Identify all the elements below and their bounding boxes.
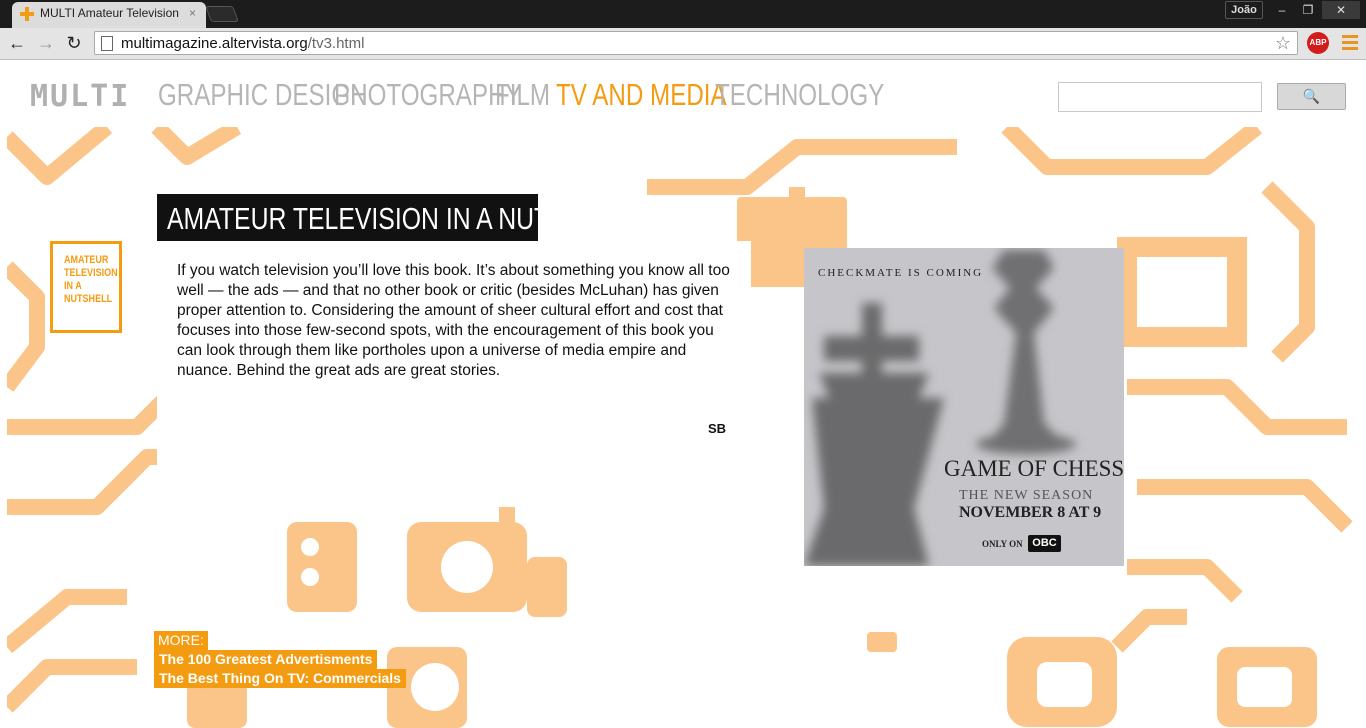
browser-titlebar: MULTI Amateur Television × João – ❐ ✕ <box>0 0 1366 28</box>
search-icon: 🔍 <box>1302 88 1321 104</box>
site-logo[interactable]: MULTI <box>30 79 130 114</box>
tab-title: MULTI Amateur Television <box>40 6 179 20</box>
url-text[interactable]: multimagazine.altervista.org/tv3.html <box>121 35 364 52</box>
more-link-best-thing-on-tv[interactable]: The Best Thing On TV: Commercials <box>154 669 406 688</box>
article-title: AMATEUR TELEVISION IN A NUTSHELL <box>157 194 628 241</box>
nav-film[interactable]: FILM <box>495 77 550 113</box>
browser-toolbar: ← → ↻ multimagazine.altervista.org/tv3.h… <box>0 28 1366 60</box>
window-close-icon[interactable]: ✕ <box>1322 1 1360 19</box>
ad-only-on: ONLY ON <box>982 539 1023 549</box>
page-viewport: MULTI GRAPHIC DESIGN PHOTOGRAPHY FILM TV… <box>0 61 1366 728</box>
address-bar[interactable]: multimagazine.altervista.org/tv3.html ☆ <box>94 31 1298 55</box>
minimize-icon[interactable]: – <box>1270 1 1294 19</box>
forward-icon[interactable]: → <box>35 32 57 54</box>
tab-close-icon[interactable]: × <box>189 6 196 20</box>
site-favicon-icon <box>20 7 34 21</box>
reload-icon[interactable]: ↻ <box>63 32 85 54</box>
more-link-greatest-ads[interactable]: The 100 Greatest Advertisments <box>154 650 378 669</box>
article-signature: SB <box>708 421 727 436</box>
profile-button[interactable]: João <box>1225 1 1263 19</box>
chess-ad-poster[interactable]: CHECKMATE IS COMING GAME OF CHESS THE NE… <box>804 248 1124 566</box>
more-label: MORE: <box>154 631 208 650</box>
bookmark-star-icon[interactable]: ☆ <box>1275 33 1291 54</box>
nav-photography[interactable]: PHOTOGRAPHY <box>334 77 522 113</box>
article-body: If you watch television you’ll love this… <box>177 262 730 379</box>
ad-date: NOVEMBER 8 AT 9 <box>959 504 1102 521</box>
nav-tv-and-media[interactable]: TV AND MEDIA <box>556 77 727 113</box>
ad-title: GAME OF CHESS <box>944 456 1124 481</box>
ad-season: THE NEW SEASON <box>959 488 1094 503</box>
restore-icon[interactable]: ❐ <box>1296 1 1320 19</box>
nav-technology[interactable]: TECHNOLOGY <box>715 77 884 113</box>
adblock-extension-icon[interactable]: ABP <box>1307 32 1329 54</box>
article-side-tag: AMATEUR TELEVISION IN A NUTSHELL <box>50 241 122 333</box>
ad-network-logo: OBC <box>1028 535 1061 552</box>
ad-tagline: CHECKMATE IS COMING <box>818 267 984 279</box>
search-input[interactable] <box>1058 82 1262 112</box>
article-panel: If you watch television you’ll love this… <box>157 241 751 464</box>
new-tab-button[interactable] <box>205 6 239 22</box>
search-button[interactable]: 🔍 <box>1277 83 1346 110</box>
back-icon[interactable]: ← <box>6 32 28 54</box>
browser-tab[interactable]: MULTI Amateur Television × <box>12 2 206 28</box>
page-icon <box>101 36 113 51</box>
browser-menu-icon[interactable] <box>1342 35 1358 51</box>
